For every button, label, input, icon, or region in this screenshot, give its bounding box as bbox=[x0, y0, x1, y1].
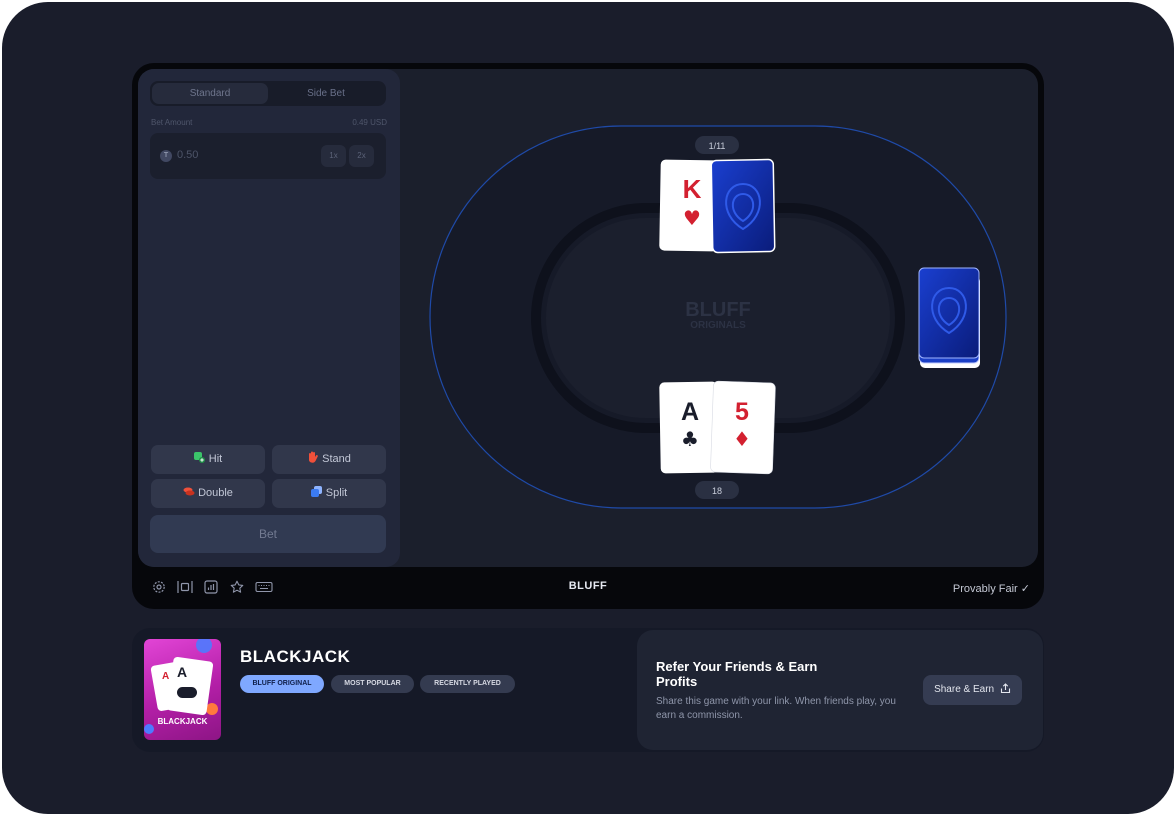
bet-mode-tabs: Standard Side Bet bbox=[150, 81, 386, 106]
bet-amount-usd: 0.49 USD bbox=[352, 118, 387, 127]
tag-most-popular[interactable]: MOST POPULAR bbox=[331, 675, 414, 693]
player-card-1: A ♣ bbox=[659, 381, 719, 474]
chips-icon bbox=[183, 480, 195, 496]
table-logo-bottom: ORIGINALS bbox=[690, 320, 746, 331]
dealer-card-hidden bbox=[710, 158, 776, 254]
split-icon bbox=[310, 480, 322, 497]
player-card-2-rank: 5 bbox=[735, 398, 749, 426]
bet-amount-row: Bet Amount 0.49 USD bbox=[151, 118, 387, 127]
hand-icon bbox=[307, 446, 318, 463]
hit-icon bbox=[193, 446, 205, 463]
stats-icon[interactable] bbox=[202, 580, 220, 598]
tab-standard[interactable]: Standard bbox=[152, 83, 268, 104]
svg-text:A: A bbox=[177, 664, 187, 680]
referral-card: Refer Your Friends & Earn Profits Share … bbox=[637, 630, 1043, 750]
bet-amount-input[interactable]: T 0.50 1x 2x bbox=[150, 133, 386, 179]
table-logo-top: BLUFF bbox=[685, 299, 751, 321]
bet-amount-value[interactable]: 0.50 bbox=[177, 149, 198, 161]
thumbnail-label: BLACKJACK bbox=[157, 717, 208, 726]
bet-button[interactable]: Bet bbox=[150, 515, 386, 553]
tag-recently-played[interactable]: RECENTLY PLAYED bbox=[420, 675, 515, 693]
game-area: Standard Side Bet Bet Amount 0.49 USD T … bbox=[138, 69, 1038, 567]
share-icon bbox=[1000, 677, 1011, 707]
coin-icon: T bbox=[160, 150, 172, 162]
settings-icon[interactable] bbox=[150, 580, 168, 598]
half-bet-button[interactable]: 1x bbox=[321, 145, 346, 167]
referral-title: Refer Your Friends & Earn Profits bbox=[656, 659, 818, 689]
double-button[interactable]: Double bbox=[151, 479, 265, 508]
stand-button[interactable]: Stand bbox=[272, 445, 386, 474]
player-card-1-suit: ♣ bbox=[681, 427, 699, 451]
dealer-card-1: K ♥ bbox=[659, 159, 719, 252]
tag-bluff-original[interactable]: BLUFF ORIGINAL bbox=[240, 675, 324, 693]
share-earn-button[interactable]: Share & Earn bbox=[923, 675, 1022, 705]
tab-side-bet[interactable]: Side Bet bbox=[268, 83, 384, 104]
split-label: Split bbox=[325, 487, 348, 499]
stand-label: Stand bbox=[322, 453, 351, 465]
footer-brand: BLUFF bbox=[568, 580, 608, 592]
keyboard-icon[interactable] bbox=[254, 580, 274, 598]
svg-text:A: A bbox=[162, 671, 169, 682]
dealer-card-1-rank: K bbox=[683, 174, 702, 204]
dealer-score: 1/11 bbox=[709, 141, 726, 151]
player-score: 18 bbox=[712, 486, 722, 496]
game-thumbnail[interactable]: A A BLACKJACK bbox=[144, 639, 221, 740]
player-card-2: 5 ♦ bbox=[710, 380, 776, 475]
card-shoe bbox=[918, 267, 980, 368]
bet-amount-label: Bet Amount bbox=[151, 118, 193, 127]
provably-fair-link[interactable]: Provably Fair ✓ bbox=[940, 582, 1030, 595]
double-bet-button[interactable]: 2x bbox=[349, 145, 374, 167]
hit-label: Hit bbox=[208, 453, 223, 465]
game-title: BLACKJACK bbox=[240, 647, 351, 666]
dealer-card-1-suit: ♥ bbox=[683, 206, 701, 230]
hit-button[interactable]: Hit bbox=[151, 445, 265, 474]
referral-text: Share this game with your link. When fri… bbox=[656, 696, 896, 721]
split-button[interactable]: Split bbox=[272, 479, 386, 508]
share-earn-label: Share & Earn bbox=[934, 684, 995, 695]
blackjack-table: BLUFF ORIGINALS 1/11 K ♥ A ♣ 5 ♦ 18 bbox=[429, 125, 1007, 509]
player-card-1-rank: A bbox=[681, 398, 699, 426]
player-card-2-suit: ♦ bbox=[733, 427, 751, 451]
favorite-icon[interactable] bbox=[228, 580, 246, 598]
double-label: Double bbox=[198, 487, 233, 499]
theatre-mode-icon[interactable] bbox=[176, 580, 194, 598]
bet-controls-panel: Standard Side Bet Bet Amount 0.49 USD T … bbox=[138, 69, 400, 567]
